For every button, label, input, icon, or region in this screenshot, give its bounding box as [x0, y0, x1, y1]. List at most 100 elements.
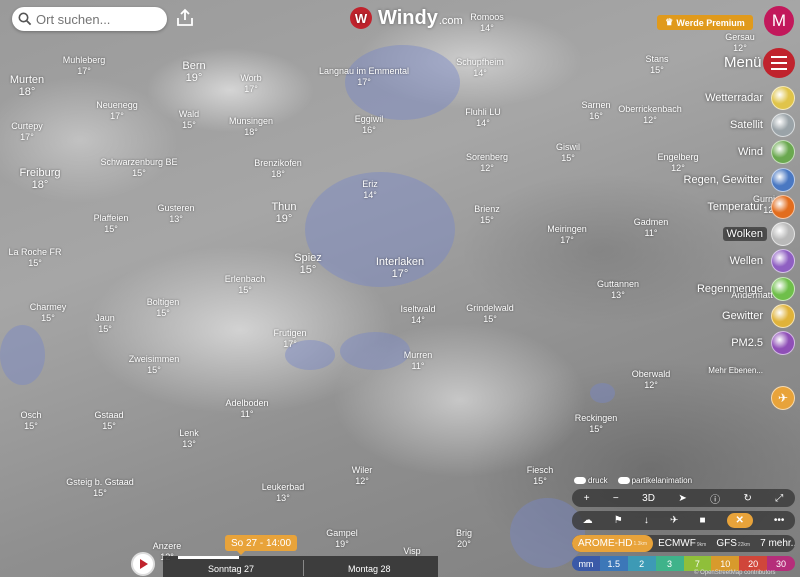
particles-toggle[interactable]: partikelanimation — [617, 476, 692, 485]
layer-item[interactable]: Regenmenge — [665, 275, 795, 302]
place-label[interactable]: Fiesch 15° — [527, 465, 554, 487]
pressure-toggle[interactable]: druck — [574, 476, 608, 485]
premium-button[interactable]: ♛ Werde Premium — [657, 15, 753, 30]
place-label[interactable]: Adelboden 11° — [225, 398, 268, 420]
airports-layer[interactable]: ✈ — [665, 384, 795, 411]
place-label[interactable]: Bern 19° — [182, 60, 205, 84]
place-label[interactable]: Guttannen 13° — [597, 279, 639, 301]
place-label[interactable]: Frutigen 17° — [273, 328, 306, 350]
timeline[interactable]: Sonntag 27 Montag 28 — [163, 556, 438, 577]
place-label[interactable]: Charmey 15° — [30, 302, 67, 324]
place-label[interactable]: Gersau 12° — [725, 32, 755, 54]
place-label[interactable]: Eggiwil 16° — [355, 114, 384, 136]
place-label[interactable]: Gstaad 15° — [94, 410, 123, 432]
windy-logo[interactable]: W Windy .com — [350, 6, 463, 30]
place-label[interactable]: Wald 15° — [179, 109, 199, 131]
place-label[interactable]: Lenk 13° — [179, 428, 199, 450]
place-label[interactable]: Langnau im Emmental 17° — [319, 66, 409, 88]
place-label[interactable]: Iseltwald 14° — [400, 304, 435, 326]
menu-button[interactable] — [763, 48, 795, 78]
play-button[interactable] — [131, 552, 155, 576]
layer-item[interactable]: Mehr Ebenen... — [665, 357, 795, 384]
layer-icon — [771, 331, 795, 356]
layer-item[interactable]: Wolken — [665, 220, 795, 247]
place-label[interactable]: Eriz 14° — [362, 179, 378, 201]
place-label[interactable]: Osch 15° — [20, 410, 41, 432]
webcam-icon[interactable]: ■ — [699, 515, 705, 526]
place-label[interactable]: Grindelwald 15° — [466, 303, 514, 325]
place-label[interactable]: Zweisimmen 15° — [129, 354, 180, 376]
place-label[interactable]: Jaun 15° — [95, 313, 115, 335]
timeline-day-2[interactable]: Montag 28 — [348, 564, 391, 574]
place-label[interactable]: Gampel 19° — [326, 528, 358, 550]
search-input[interactable] — [36, 11, 161, 27]
place-label[interactable]: Gadmen 11° — [634, 217, 669, 239]
user-avatar[interactable]: M — [764, 6, 794, 36]
layer-item[interactable]: Wind — [665, 139, 795, 166]
pin-icon[interactable]: ↓ — [644, 515, 649, 526]
current-time-bubble[interactable]: So 27 - 14:00 — [225, 535, 297, 555]
place-label[interactable]: Plaffeien 15° — [94, 213, 129, 235]
zoom-in-button[interactable]: + — [584, 493, 590, 504]
layer-item[interactable]: PM2.5 — [665, 330, 795, 357]
3d-button[interactable]: 3D — [642, 493, 655, 504]
layer-item[interactable]: Satellit — [665, 111, 795, 138]
place-label[interactable]: Brenzikofen 18° — [254, 158, 302, 180]
place-label[interactable]: Murren 11° — [404, 350, 433, 372]
layer-item[interactable]: Regen, Gewitter — [665, 166, 795, 193]
place-label[interactable]: Interlaken 17° — [376, 256, 424, 280]
place-label[interactable]: Leukerbad 13° — [262, 482, 305, 504]
layer-item[interactable]: Gewitter — [665, 302, 795, 329]
place-label[interactable]: Schwarzenburg BE 15° — [100, 157, 177, 179]
zoom-out-button[interactable]: − — [613, 493, 619, 504]
share-icon[interactable] — [175, 8, 195, 28]
place-label[interactable]: La Roche FR 15° — [8, 247, 61, 269]
info-icon[interactable]: ⓘ — [710, 491, 720, 506]
place-label[interactable]: Boltigen 15° — [147, 297, 180, 319]
location-icon[interactable]: ➤ — [678, 493, 686, 504]
menu-label[interactable]: Menü — [724, 54, 762, 71]
place-label[interactable]: Neuenegg 17° — [96, 100, 138, 122]
timeline-day-1[interactable]: Sonntag 27 — [208, 564, 254, 574]
model-option[interactable]: AROME-HD 1.3km — [572, 535, 654, 552]
place-label[interactable]: Munsingen 18° — [229, 116, 273, 138]
flag-icon[interactable]: ⚑ — [614, 515, 623, 526]
place-label[interactable]: Sarnen 16° — [581, 100, 610, 122]
place-label[interactable]: Brienz 15° — [474, 204, 500, 226]
place-label[interactable]: Giswil 15° — [556, 142, 580, 164]
place-label[interactable]: Erlenbach 15° — [225, 274, 266, 296]
place-label[interactable]: Curtepy 17° — [11, 121, 43, 143]
fullscreen-icon[interactable]: ⤢ — [775, 493, 783, 504]
airplane-icon[interactable]: ✈ — [670, 515, 678, 526]
place-label[interactable]: Reckingen 15° — [575, 413, 618, 435]
close-icon[interactable]: ✕ — [726, 513, 753, 528]
model-option[interactable]: ECMWF9km — [653, 538, 711, 549]
place-label[interactable]: Fluhli LU 14° — [465, 107, 501, 129]
place-label[interactable]: Stans 15° — [645, 54, 668, 76]
place-label[interactable]: Muhleberg 17° — [63, 55, 106, 77]
place-label[interactable]: Romoos 14° — [470, 12, 504, 34]
place-label[interactable]: Brig 20° — [456, 528, 472, 550]
layer-item[interactable]: Wellen — [665, 248, 795, 275]
model-option[interactable]: GFS22km — [711, 538, 755, 549]
search-box[interactable] — [12, 7, 167, 31]
place-label[interactable]: Sorenberg 12° — [466, 152, 508, 174]
place-label[interactable]: Wiler 12° — [352, 465, 373, 487]
layer-item[interactable]: Wetterradar — [665, 84, 795, 111]
more-icon[interactable]: ••• — [774, 515, 785, 526]
weather-icon[interactable]: ☁ — [583, 515, 593, 526]
place-label[interactable]: Freiburg 18° — [20, 167, 61, 191]
layer-item[interactable]: Temperatur — [665, 193, 795, 220]
place-temperature: 15° — [238, 285, 252, 295]
place-label[interactable]: Meiringen 17° — [547, 224, 587, 246]
place-label[interactable]: Spiez 15° — [294, 252, 322, 276]
place-label[interactable]: Gsteig b. Gstaad 15° — [66, 477, 134, 499]
place-label[interactable]: Gusteren 13° — [157, 203, 194, 225]
place-label[interactable]: Thun 19° — [271, 201, 296, 225]
attribution[interactable]: © OpenStreetMap contributors — [694, 570, 775, 576]
hurricane-icon[interactable]: ↻ — [744, 493, 752, 504]
place-label[interactable]: Murten 18° — [10, 74, 44, 98]
model-option[interactable]: 7 mehr... — [755, 538, 795, 549]
place-label[interactable]: Schupfheim 14° — [456, 57, 504, 79]
place-label[interactable]: Worb 17° — [240, 73, 261, 95]
